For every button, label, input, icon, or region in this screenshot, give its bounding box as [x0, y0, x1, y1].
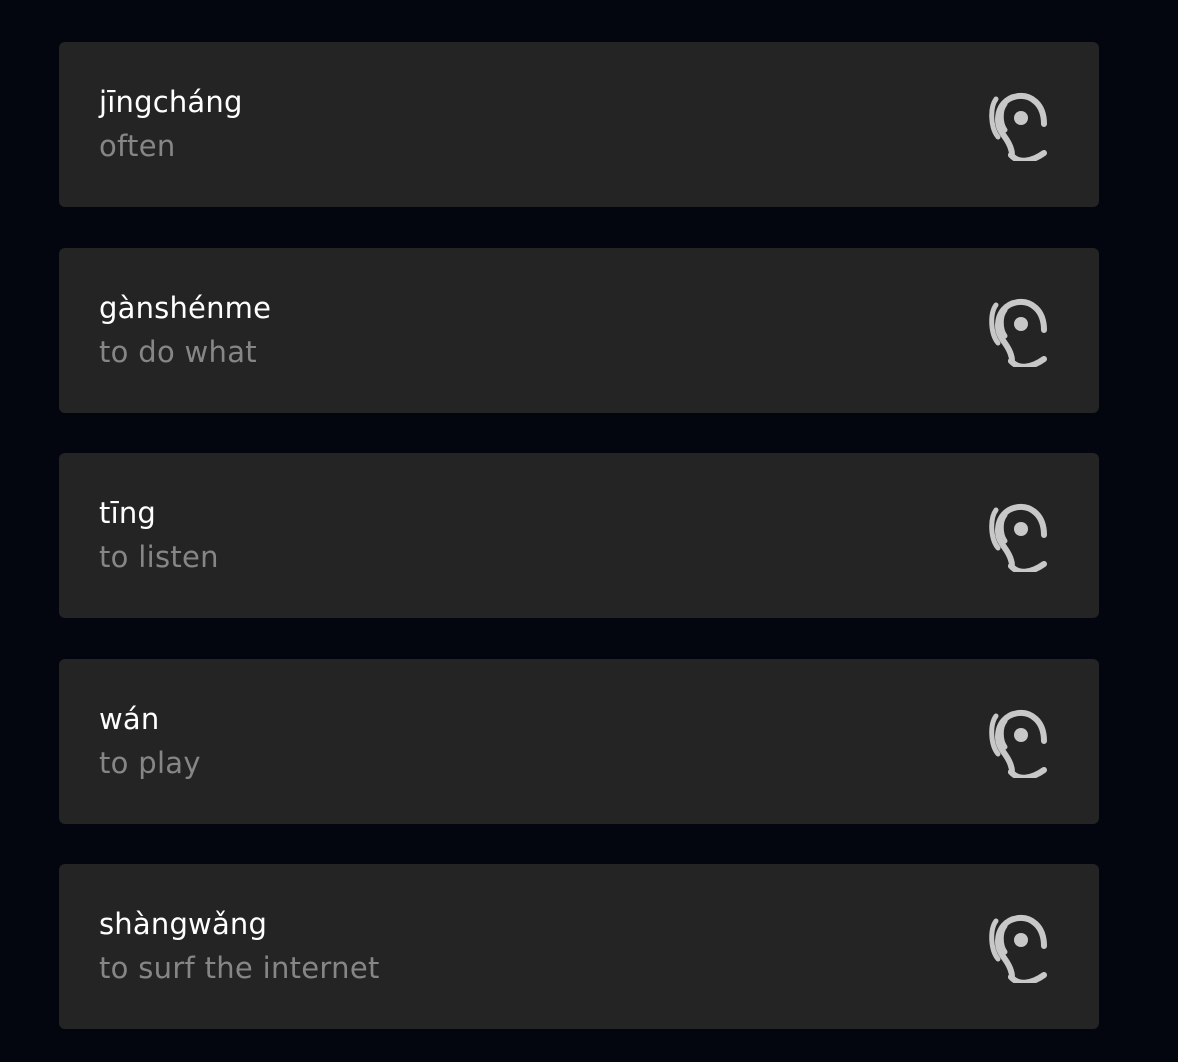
meaning-text: to do what [99, 334, 257, 369]
play-audio-button[interactable] [979, 907, 1059, 987]
vocab-card-shangwang: shàngwǎng to surf the internet [59, 864, 1099, 1029]
pinyin-text: tīng [99, 496, 157, 530]
meaning-text: to play [99, 745, 201, 780]
vocab-card-wan: wán to play [59, 658, 1099, 824]
vocab-card-jingchang: jīngcháng often [59, 42, 1099, 207]
play-audio-button[interactable] [979, 291, 1059, 371]
meaning-text: to surf the internet [99, 951, 380, 985]
vocab-list: jīngcháng often gànshénme to do what tīn… [59, 42, 1099, 1029]
vocab-card-ganshenme: gànshénme to do what [59, 247, 1099, 413]
pinyin-text: jīngcháng [99, 85, 243, 119]
pinyin-text: shàngwǎng [99, 907, 268, 941]
meaning-text: often [99, 129, 176, 163]
vocab-card-ting: tīng to listen [59, 453, 1099, 618]
play-audio-button[interactable] [979, 85, 1059, 165]
listen-ear-icon [989, 709, 1047, 778]
meaning-text: to listen [99, 540, 219, 574]
listen-ear-icon [989, 914, 1047, 983]
listen-ear-icon [989, 503, 1047, 572]
pinyin-text: wán [99, 701, 160, 736]
listen-ear-icon [989, 298, 1047, 367]
pinyin-text: gànshénme [99, 290, 272, 325]
play-audio-button[interactable] [979, 702, 1059, 782]
play-audio-button[interactable] [979, 496, 1059, 576]
listen-ear-icon [989, 92, 1047, 161]
